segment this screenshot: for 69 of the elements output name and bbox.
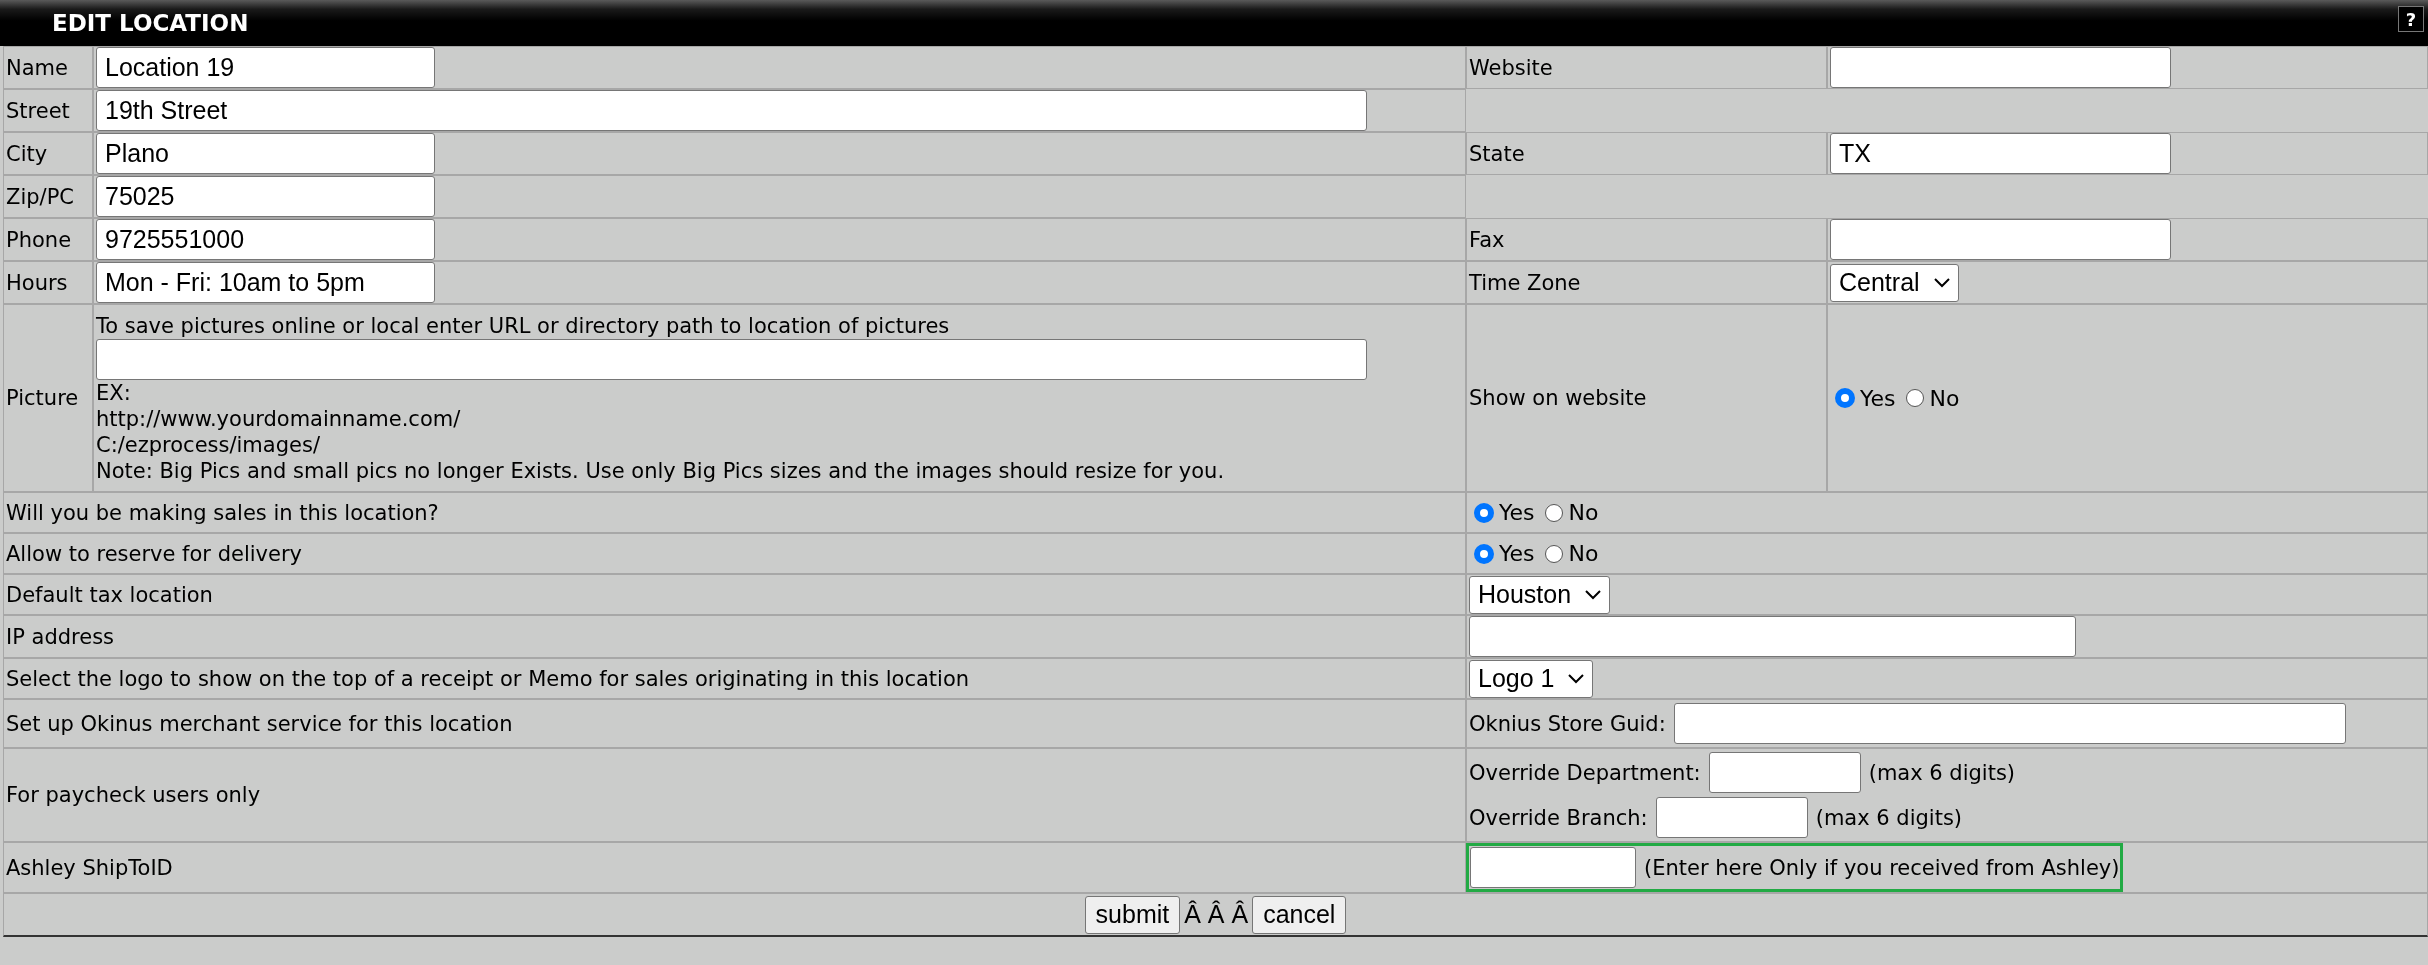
text-field[interactable] [1673, 703, 2346, 744]
submit-button[interactable]: submit [1084, 895, 1181, 934]
field-label: Allow to reserve for delivery [6, 540, 302, 567]
field-label: For paycheck users only [6, 782, 261, 808]
field-label: Phone [6, 226, 72, 253]
note-text: Note: Big Pics and small pics no longer Exists. Use only Big Pics sizes and the images should resize for you. [96, 457, 1226, 484]
hint-text: (max 6 digits) [1868, 759, 2016, 786]
option-label: Yes [1860, 385, 1896, 411]
radio-button[interactable] [1836, 389, 1854, 407]
field-label: Default tax location [6, 581, 213, 608]
text-field[interactable] [1708, 752, 1861, 793]
cancel-button[interactable]: cancel [1252, 895, 1347, 934]
text-field[interactable] [1830, 219, 2171, 260]
text-field[interactable]: Mon - Fri: 10am to 5pm [96, 262, 435, 303]
field-label: Time Zone [1469, 269, 1581, 296]
hint-text: To save pictures online or local enter URL or directory path to location of pictures [96, 312, 951, 339]
note-text: EX: [96, 379, 132, 406]
hint-text: (Enter here Only if you received from Ashley) [1644, 854, 2120, 881]
text-field[interactable]: 19th Street [96, 90, 1367, 131]
field-label: Hours [6, 269, 68, 296]
text-field[interactable]: Location 19 [96, 47, 435, 88]
field-label: Will you be making sales in this location? [6, 499, 439, 526]
help-button[interactable]: ? [2398, 6, 2424, 32]
text-field[interactable]: 75025 [96, 176, 435, 217]
field-label: Fax [1469, 226, 1505, 253]
radio-button[interactable] [1475, 544, 1493, 563]
field-label: Oknius Store Guid: [1469, 710, 1666, 737]
text-field[interactable] [1470, 847, 1636, 888]
field-label: IP address [6, 623, 115, 650]
hint-text: (max 6 digits) [1815, 804, 1963, 831]
text-field[interactable] [1830, 47, 2171, 88]
chevron-icon [1568, 673, 1585, 684]
option-label: No [1929, 385, 1960, 411]
text-field[interactable]: 9725551000 [96, 219, 435, 260]
option-label: No [1568, 500, 1599, 525]
field-label: Zip/PC [6, 183, 74, 210]
text-field[interactable] [1655, 797, 1808, 838]
dropdown[interactable]: Logo 1 [1469, 659, 1594, 698]
field-label: Select the logo to show on the top of a receipt or Memo for sales originating in this location [6, 665, 970, 692]
field-label: Website [1469, 54, 1553, 81]
option-label: Yes [1499, 500, 1535, 525]
field-label: Override Branch: [1469, 804, 1648, 831]
text-field[interactable]: TX [1830, 133, 2171, 174]
field-label: Picture [6, 385, 79, 411]
chevron-icon [1585, 589, 1602, 600]
radio-button[interactable] [1475, 503, 1493, 522]
note-text: http://www.yourdomainname.com/ [96, 405, 462, 432]
option-label: Yes [1499, 541, 1535, 566]
field-label: Street [6, 97, 70, 124]
radio-button[interactable] [1544, 503, 1563, 522]
separator-text: Â Â Â [1184, 900, 1249, 929]
field-label: State [1469, 140, 1525, 167]
field-label: City [6, 140, 48, 167]
radio-button[interactable] [1544, 544, 1563, 563]
chevron-icon [1933, 277, 1950, 288]
text-field[interactable] [96, 338, 1367, 380]
field-label: Name [6, 54, 68, 81]
dropdown[interactable]: Central [1830, 263, 1959, 302]
window-title: EDIT LOCATION [52, 10, 249, 36]
field-label: Show on website [1469, 385, 1647, 411]
option-label: No [1568, 541, 1599, 566]
text-field[interactable]: Plano [96, 133, 435, 174]
field-label: Ashley ShipToID [6, 854, 173, 881]
dropdown[interactable]: Houston [1469, 575, 1611, 614]
field-label: Override Department: [1469, 759, 1701, 786]
text-field[interactable] [1469, 616, 2076, 657]
note-text: C:/ezprocess/images/ [96, 431, 321, 458]
field-label: Set up Okinus merchant service for this location [6, 710, 513, 737]
radio-button[interactable] [1905, 389, 1924, 407]
